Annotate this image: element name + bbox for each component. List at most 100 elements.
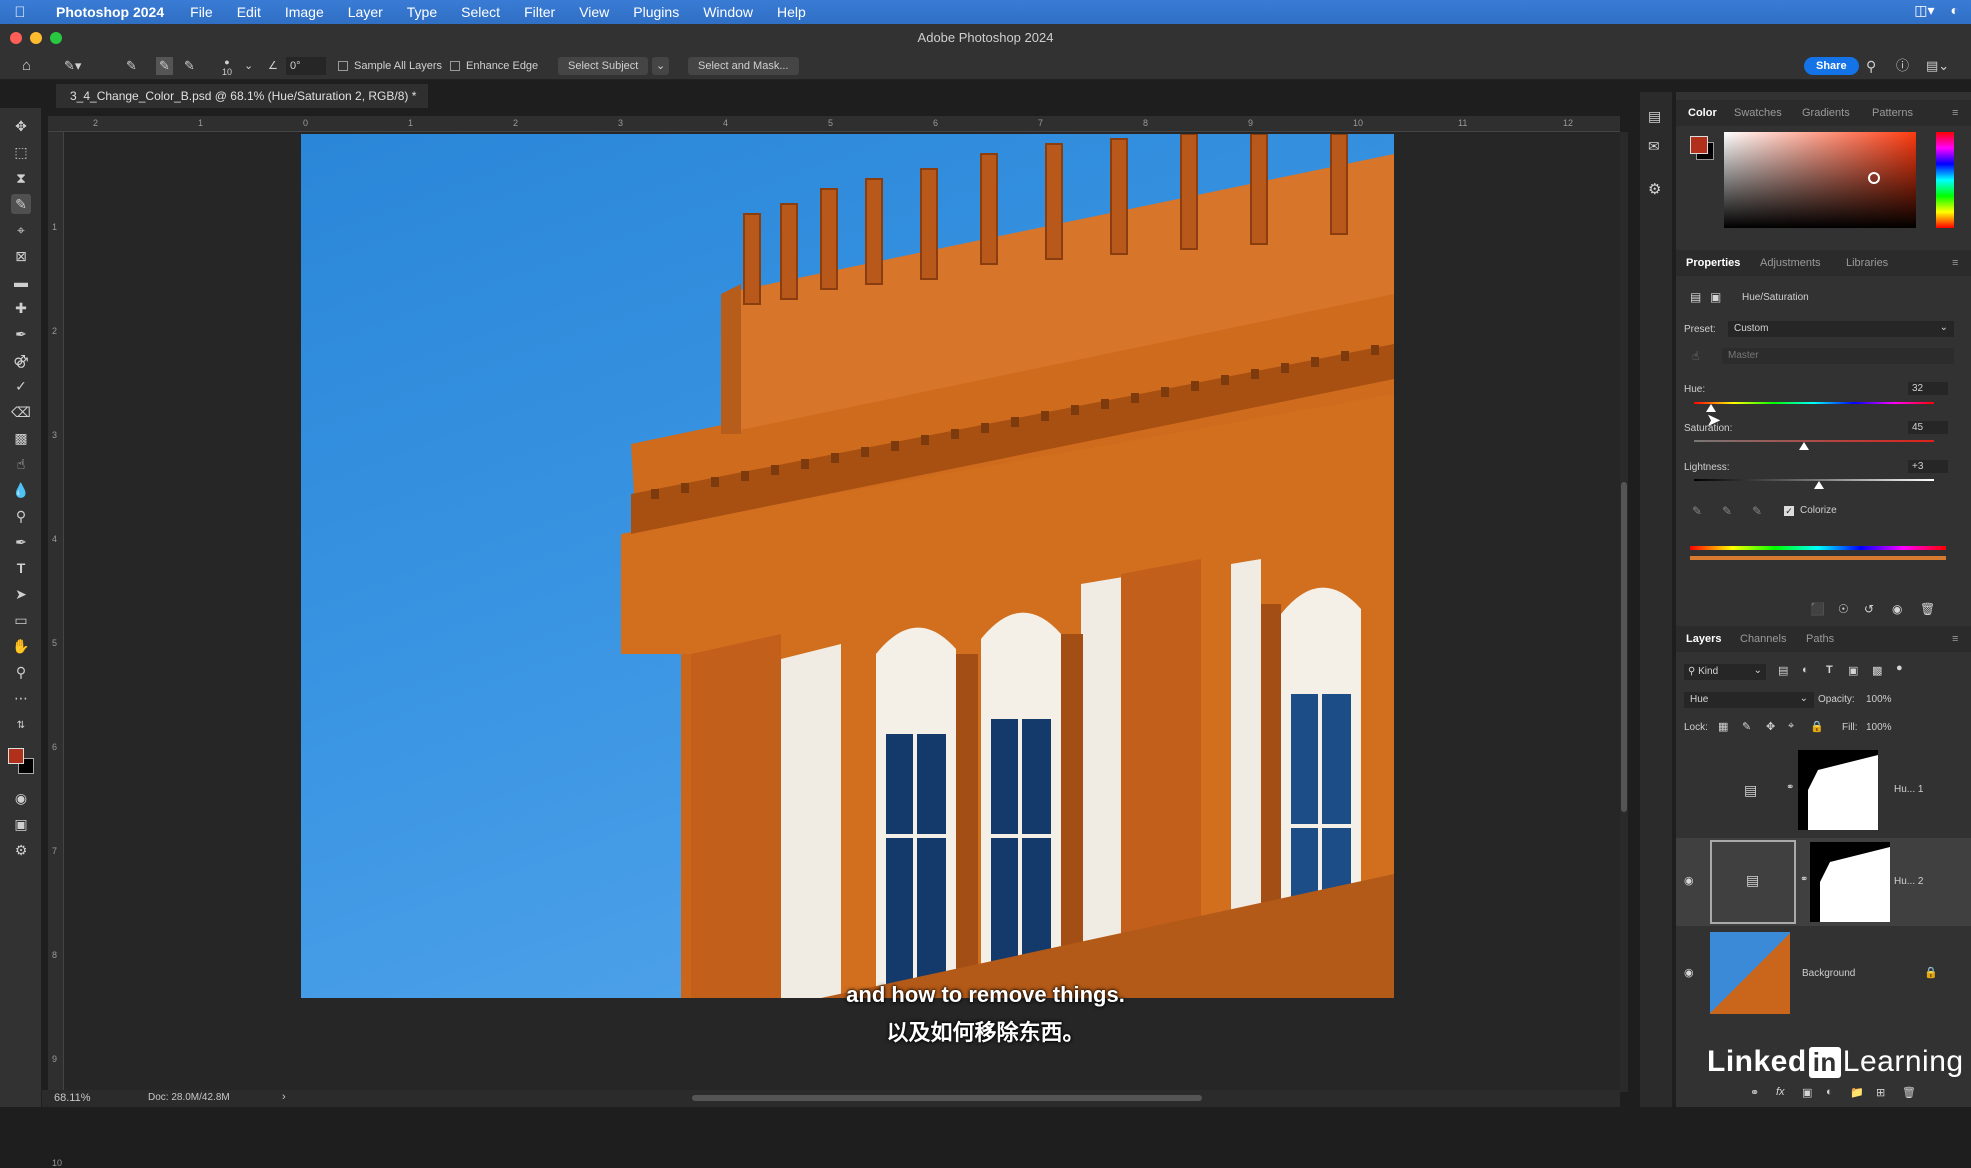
eraser-tool-icon[interactable]: ⌫ — [11, 402, 31, 422]
share-button[interactable]: Share — [1804, 57, 1859, 75]
horizontal-scroll-thumb[interactable] — [692, 1095, 1202, 1101]
properties-menu-icon[interactable]: ≡ — [1952, 257, 1958, 269]
select-and-mask-button[interactable]: Select and Mask... — [688, 57, 799, 75]
close-window-button[interactable] — [10, 32, 22, 44]
sample-all-layers-option[interactable]: Sample All Layers — [338, 57, 442, 75]
document-image[interactable] — [301, 134, 1394, 998]
color-field[interactable] — [1724, 132, 1916, 228]
vertical-scroll-thumb[interactable] — [1621, 482, 1627, 812]
menu-type[interactable]: Type — [395, 4, 449, 20]
tab-color[interactable]: Color — [1688, 107, 1717, 119]
filter-shape-icon[interactable]: ▣ — [1848, 664, 1858, 677]
new-selection-icon[interactable]: ✎ — [126, 57, 137, 75]
status-menu-arrow[interactable]: › — [282, 1091, 286, 1103]
layer-row[interactable]: ◉ Background 🔒 — [1676, 930, 1971, 1018]
swap-colors-icon[interactable]: ⇅ — [11, 716, 31, 736]
dodge-tool-icon[interactable]: ⚲ — [11, 506, 31, 526]
saturation-value[interactable]: 45 — [1908, 421, 1948, 434]
screen-mode-icon[interactable]: ▣ — [11, 814, 31, 834]
angle-input[interactable]: 0° — [286, 57, 326, 75]
filter-type-icon[interactable]: T — [1826, 664, 1833, 676]
lightness-slider-thumb[interactable] — [1814, 481, 1824, 489]
clip-to-layer-icon[interactable]: ⬛ — [1810, 602, 1825, 616]
layer-mask-icon[interactable]: ▣ — [1710, 290, 1721, 304]
lock-all-icon[interactable]: 🔒 — [1810, 720, 1824, 733]
filter-toggle-icon[interactable]: ● — [1896, 662, 1903, 674]
add-mask-icon[interactable]: ▣ — [1802, 1086, 1812, 1099]
more-tools-icon[interactable]: ⋯ — [11, 688, 31, 708]
comments-panel-icon[interactable]: ✉ — [1648, 138, 1660, 155]
layer-mask-thumbnail[interactable] — [1810, 842, 1890, 922]
eyedropper-plus-icon[interactable]: ✎ — [1722, 504, 1732, 518]
crop-tool-icon[interactable]: ⌖ — [11, 220, 31, 240]
foreground-color-swatch[interactable] — [8, 748, 24, 764]
help-icon[interactable]: ⓘ — [1896, 57, 1909, 75]
delete-layer-icon[interactable]: 🗑 — [1902, 1086, 1916, 1099]
control-center-icon[interactable]: ◐ — [1951, 2, 1959, 19]
zoom-level[interactable]: 68.11% — [54, 1092, 91, 1104]
clone-stamp-icon[interactable]: ⚣ — [11, 350, 31, 370]
layer-name[interactable]: Hu... 2 — [1894, 876, 1923, 887]
apple-icon[interactable]:  — [0, 4, 40, 21]
background-layer-thumbnail[interactable] — [1710, 932, 1790, 1014]
tab-gradients[interactable]: Gradients — [1802, 107, 1850, 119]
type-tool-icon[interactable]: T — [11, 558, 31, 578]
filter-adjustment-icon[interactable]: ◐ — [1802, 664, 1809, 676]
brush-size-picker[interactable]: ● 10 — [222, 57, 232, 77]
eye-icon[interactable]: ◉ — [1684, 966, 1694, 979]
adjustment-thumbnail[interactable]: ▤ — [1710, 840, 1796, 924]
zoom-window-button[interactable] — [50, 32, 62, 44]
move-tool-icon[interactable]: ✥ — [11, 116, 31, 136]
tab-properties[interactable]: Properties — [1686, 257, 1740, 269]
layer-style-icon[interactable]: fx — [1776, 1086, 1785, 1098]
frame-tool-icon[interactable]: ⊠ — [11, 246, 31, 266]
lasso-tool-icon[interactable]: ⧗ — [11, 168, 31, 188]
quick-selection-tool-icon[interactable]: ✎ — [11, 194, 31, 214]
layer-row[interactable]: ▤ ⚭ Hu... 1 — [1676, 746, 1971, 834]
path-selection-icon[interactable]: ➤ — [11, 584, 31, 604]
workspace-icon[interactable]: ▤⌄ — [1926, 57, 1949, 75]
document-tab[interactable]: 3_4_Change_Color_B.psd @ 68.1% (Hue/Satu… — [56, 84, 428, 108]
menu-edit[interactable]: Edit — [225, 4, 273, 20]
menu-window[interactable]: Window — [691, 4, 765, 20]
view-previous-icon[interactable]: ☉ — [1838, 602, 1849, 616]
colorize-checkbox[interactable]: ✓ — [1784, 506, 1794, 516]
search-icon[interactable]: ⚲ — [1866, 57, 1876, 75]
user-switch-icon[interactable]: ◫▾ — [1914, 2, 1934, 19]
link-layers-icon[interactable]: ⚭ — [1750, 1086, 1759, 1099]
reset-icon[interactable]: ↺ — [1864, 602, 1874, 616]
tab-channels[interactable]: Channels — [1740, 633, 1786, 645]
tab-libraries[interactable]: Libraries — [1846, 257, 1888, 269]
eyedropper-icon[interactable]: ✎ — [1692, 504, 1702, 518]
layer-name[interactable]: Background — [1802, 968, 1855, 979]
menu-layer[interactable]: Layer — [336, 4, 395, 20]
delete-adjustment-icon[interactable]: 🗑 — [1920, 602, 1935, 616]
saturation-slider-track[interactable] — [1694, 440, 1934, 442]
hue-slider-track[interactable] — [1694, 402, 1934, 404]
filter-smartobject-icon[interactable]: ▩ — [1872, 664, 1882, 677]
layer-mask-thumbnail[interactable] — [1798, 750, 1878, 830]
menu-image[interactable]: Image — [273, 4, 336, 20]
select-subject-dropdown[interactable]: ⌄ — [652, 57, 670, 75]
menu-plugins[interactable]: Plugins — [621, 4, 691, 20]
pen-tool-icon[interactable]: ✒ — [11, 532, 31, 552]
enhance-edge-checkbox[interactable] — [450, 61, 460, 72]
menu-select[interactable]: Select — [449, 4, 512, 20]
link-icon[interactable]: ⚭ — [1800, 874, 1808, 885]
zoom-tool-icon[interactable]: ⚲ — [11, 662, 31, 682]
chevron-down-icon[interactable]: ⌄ — [244, 57, 253, 75]
marquee-tool-icon[interactable]: ⬚ — [11, 142, 31, 162]
brush-tool-icon[interactable]: ✒ — [11, 324, 31, 344]
adjustments-panel-icon[interactable]: ⚙ — [1648, 180, 1661, 198]
filter-kind-select[interactable]: ⚲ Kind ⌄ — [1684, 664, 1766, 680]
filter-pixel-icon[interactable]: ▤ — [1778, 664, 1788, 677]
color-picker-cursor[interactable] — [1868, 172, 1880, 184]
healing-brush-icon[interactable]: ✚ — [11, 298, 31, 318]
layers-menu-icon[interactable]: ≡ — [1952, 633, 1958, 645]
hue-value[interactable]: 32 — [1908, 382, 1948, 395]
menu-file[interactable]: File — [178, 4, 225, 20]
hand-tool-icon[interactable]: ✋ — [11, 636, 31, 656]
subtract-from-selection-icon[interactable]: ✎ — [184, 57, 195, 75]
visibility-toggle-icon[interactable]: ◉ — [1892, 602, 1902, 616]
tab-paths[interactable]: Paths — [1806, 633, 1834, 645]
